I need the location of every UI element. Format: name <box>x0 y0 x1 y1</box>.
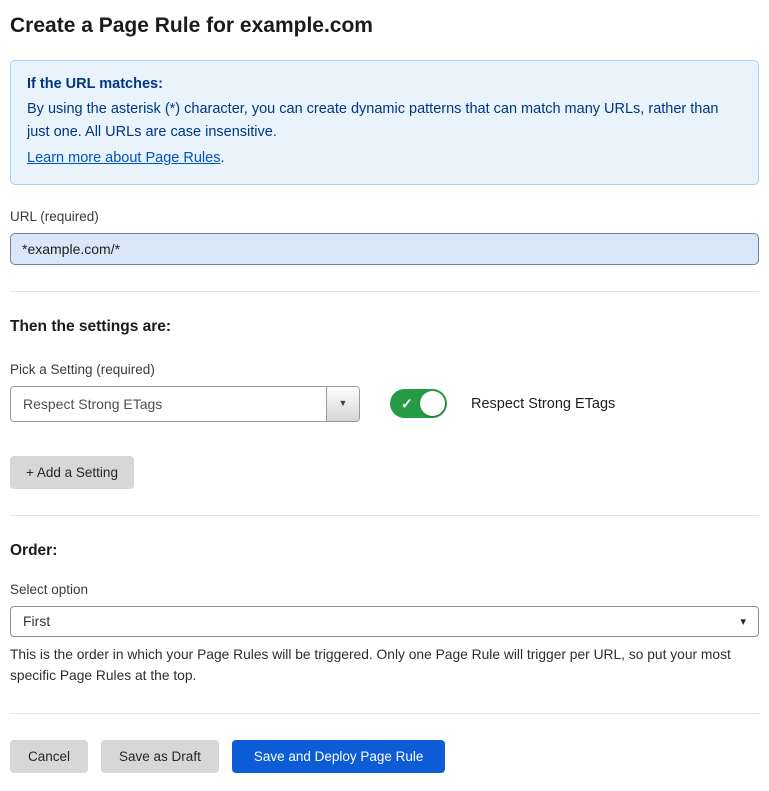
etags-toggle[interactable]: ✓ <box>390 389 447 418</box>
order-select-label: Select option <box>10 582 759 597</box>
info-box-body: By using the asterisk (*) character, you… <box>27 98 742 144</box>
save-deploy-button[interactable]: Save and Deploy Page Rule <box>232 740 446 773</box>
link-period: . <box>220 150 224 166</box>
footer-actions: Cancel Save as Draft Save and Deploy Pag… <box>10 740 759 773</box>
divider-before-footer <box>10 713 759 714</box>
order-heading: Order: <box>10 542 759 560</box>
toggle-knob <box>420 391 445 416</box>
page-rule-form: Create a Page Rule for example.com If th… <box>0 0 769 791</box>
chevron-down-icon: ▾ <box>740 615 746 628</box>
etags-toggle-label: Respect Strong ETags <box>471 396 615 412</box>
order-select[interactable]: First ▾ <box>10 606 759 637</box>
pick-setting-label: Pick a Setting (required) <box>10 362 759 377</box>
info-box-link-row: Learn more about Page Rules. <box>27 147 742 170</box>
page-title: Create a Page Rule for example.com <box>10 14 759 38</box>
setting-select-value: Respect Strong ETags <box>11 387 326 421</box>
setting-select-arrow-button[interactable]: ▼ <box>326 387 359 421</box>
divider-after-url <box>10 291 759 292</box>
divider-before-order <box>10 515 759 516</box>
setting-select[interactable]: Respect Strong ETags ▼ <box>10 386 360 422</box>
chevron-down-icon: ▼ <box>339 399 348 408</box>
url-label: URL (required) <box>10 209 759 224</box>
save-draft-button[interactable]: Save as Draft <box>101 740 219 773</box>
order-help-text: This is the order in which your Page Rul… <box>10 644 759 687</box>
etags-toggle-group: ✓ Respect Strong ETags <box>390 389 615 418</box>
setting-row: Respect Strong ETags ▼ ✓ Respect Strong … <box>10 386 759 422</box>
info-box-heading: If the URL matches: <box>27 73 742 96</box>
settings-heading: Then the settings are: <box>10 318 759 336</box>
check-icon: ✓ <box>401 395 413 412</box>
learn-more-link[interactable]: Learn more about Page Rules <box>27 150 220 166</box>
url-input[interactable] <box>10 233 759 265</box>
cancel-button[interactable]: Cancel <box>10 740 88 773</box>
url-match-info-box: If the URL matches: By using the asteris… <box>10 60 759 185</box>
add-setting-button[interactable]: + Add a Setting <box>10 456 134 489</box>
order-select-value: First <box>23 613 50 629</box>
